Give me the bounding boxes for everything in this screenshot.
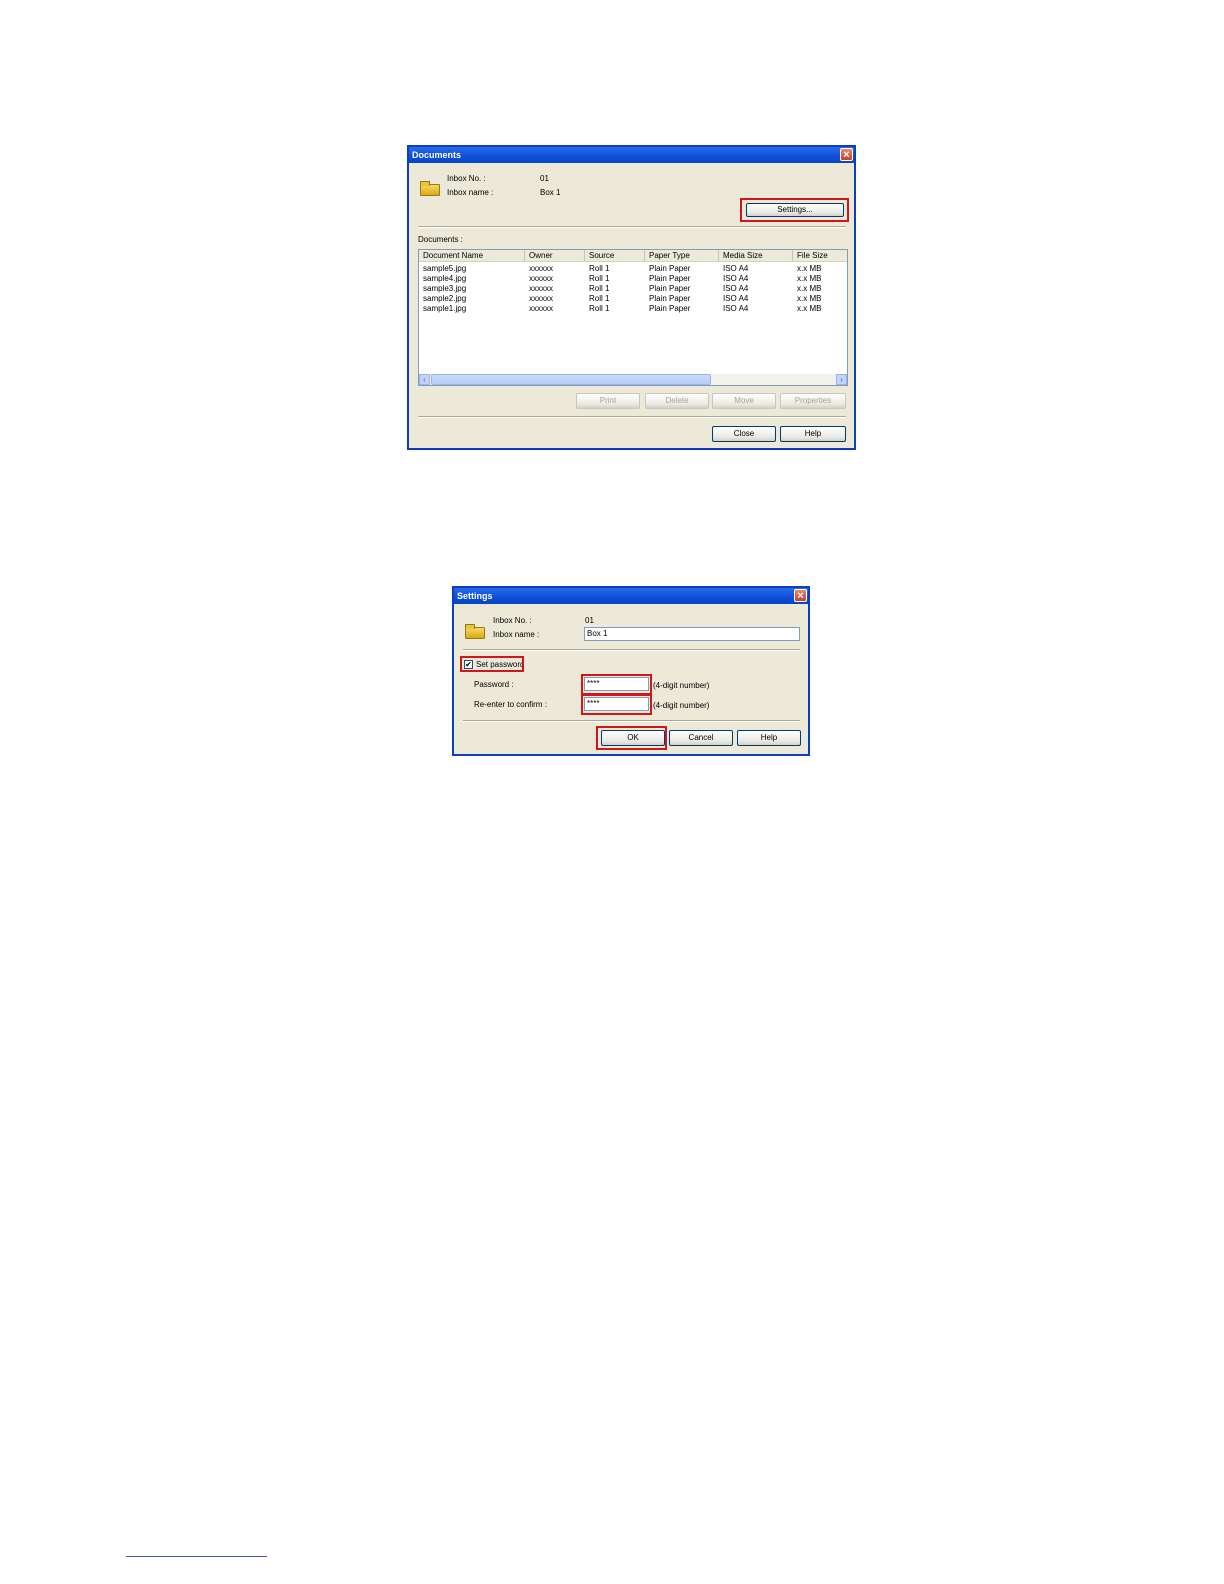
inbox-folder-icon: [465, 624, 485, 639]
col-owner[interactable]: Owner: [525, 250, 585, 261]
table-row[interactable]: sample3.jpg xxxxxx Roll 1 Plain Paper IS…: [419, 284, 847, 294]
col-document-name[interactable]: Document Name: [419, 250, 525, 261]
table-row[interactable]: sample4.jpg xxxxxx Roll 1 Plain Paper IS…: [419, 274, 847, 284]
help-button[interactable]: Help: [737, 730, 801, 746]
documents-title: Documents: [412, 150, 462, 160]
cell: x.x MB: [797, 274, 822, 283]
list-header: Document Name Owner Source Paper Type Me…: [419, 250, 847, 262]
scroll-thumb[interactable]: [431, 374, 711, 385]
cell: sample3.jpg: [423, 284, 467, 293]
col-media-size[interactable]: Media Size: [719, 250, 793, 261]
documents-dialog: Documents × Inbox No. : 01 Inbox name : …: [407, 145, 856, 450]
separator: [418, 226, 846, 228]
close-button[interactable]: Close: [712, 426, 776, 442]
cell: Roll 1: [589, 274, 610, 283]
settings-title: Settings: [457, 591, 493, 601]
inbox-no-label: Inbox No. :: [493, 616, 532, 625]
cell: Plain Paper: [649, 284, 691, 293]
settings-titlebar[interactable]: Settings ×: [454, 588, 808, 604]
close-icon[interactable]: ×: [794, 589, 807, 602]
inbox-no-value: 01: [540, 174, 549, 183]
inbox-name-input[interactable]: Box 1: [584, 627, 800, 641]
separator: [418, 416, 846, 418]
cell: ISO A4: [723, 274, 749, 283]
reenter-label: Re-enter to confirm :: [474, 700, 547, 709]
cell: xxxxxx: [529, 284, 553, 293]
separator: [463, 720, 800, 722]
scroll-right-icon[interactable]: ›: [836, 374, 847, 385]
documents-titlebar[interactable]: Documents ×: [409, 147, 854, 163]
separator: [463, 649, 800, 651]
cell: xxxxxx: [529, 274, 553, 283]
inbox-name-value: Box 1: [540, 188, 561, 197]
col-source[interactable]: Source: [585, 250, 645, 261]
cell: sample1.jpg: [423, 304, 467, 313]
cell: Roll 1: [589, 294, 610, 303]
ok-highlight: [596, 726, 667, 750]
settings-highlight: [740, 198, 849, 222]
cell: x.x MB: [797, 294, 822, 303]
inbox-no-value: 01: [585, 616, 594, 625]
reenter-highlight: [581, 694, 652, 715]
table-row[interactable]: sample5.jpg xxxxxx Roll 1 Plain Paper IS…: [419, 264, 847, 274]
help-button[interactable]: Help: [780, 426, 846, 442]
inbox-name-label: Inbox name :: [447, 188, 494, 197]
cell: x.x MB: [797, 284, 822, 293]
scroll-left-icon[interactable]: ‹: [419, 374, 430, 385]
cell: ISO A4: [723, 264, 749, 273]
inbox-no-label: Inbox No. :: [447, 174, 486, 183]
settings-dialog: Settings × Inbox No. : 01 Inbox name : B…: [452, 586, 810, 756]
reenter-hint: (4-digit number): [653, 701, 710, 710]
cell: Plain Paper: [649, 304, 691, 313]
footnote-separator: [126, 1556, 267, 1557]
documents-list[interactable]: Document Name Owner Source Paper Type Me…: [418, 249, 848, 386]
col-paper-type[interactable]: Paper Type: [645, 250, 719, 261]
cell: x.x MB: [797, 304, 822, 313]
cell: Roll 1: [589, 284, 610, 293]
cell: Plain Paper: [649, 294, 691, 303]
cell: Roll 1: [589, 264, 610, 273]
cell: x.x MB: [797, 264, 822, 273]
password-label: Password :: [474, 680, 514, 689]
cell: xxxxxx: [529, 304, 553, 313]
cell: sample5.jpg: [423, 264, 467, 273]
table-row[interactable]: sample2.jpg xxxxxx Roll 1 Plain Paper IS…: [419, 294, 847, 304]
delete-button[interactable]: Delete: [645, 393, 709, 409]
inbox-name-label: Inbox name :: [493, 630, 540, 639]
cell: Plain Paper: [649, 274, 691, 283]
cell: xxxxxx: [529, 294, 553, 303]
inbox-folder-icon: [420, 181, 440, 196]
cell: ISO A4: [723, 284, 749, 293]
col-file-size[interactable]: File Size: [793, 250, 847, 261]
table-row[interactable]: sample1.jpg xxxxxx Roll 1 Plain Paper IS…: [419, 304, 847, 314]
cell: xxxxxx: [529, 264, 553, 273]
cell: Plain Paper: [649, 264, 691, 273]
set-password-highlight: [460, 656, 524, 672]
close-icon[interactable]: ×: [840, 148, 853, 161]
cell: ISO A4: [723, 294, 749, 303]
cancel-button[interactable]: Cancel: [669, 730, 733, 746]
documents-label: Documents :: [418, 235, 463, 244]
horizontal-scrollbar[interactable]: ‹ ›: [419, 374, 847, 385]
cell: sample4.jpg: [423, 274, 467, 283]
password-hint: (4-digit number): [653, 681, 710, 690]
cell: sample2.jpg: [423, 294, 467, 303]
print-button[interactable]: Print: [576, 393, 640, 409]
properties-button[interactable]: Properties: [780, 393, 846, 409]
cell: Roll 1: [589, 304, 610, 313]
cell: ISO A4: [723, 304, 749, 313]
move-button[interactable]: Move: [712, 393, 776, 409]
password-highlight: [581, 674, 652, 695]
